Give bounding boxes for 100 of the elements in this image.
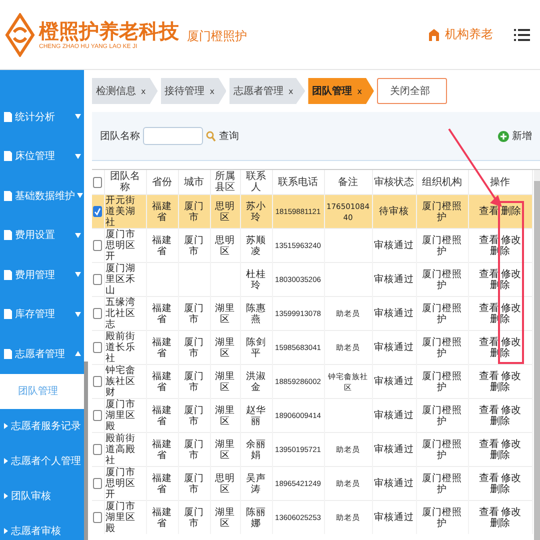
table-cell: 湖里区 [215,302,235,324]
table-cell: 厦门市 [184,472,204,494]
table-cell: 厦门市 [184,438,204,460]
table-cell: 杜桂玲 [246,268,266,290]
table-cell: 厦门橙照护 [422,200,462,222]
table-cell: 福建省 [152,438,172,460]
tab[interactable]: 检测信息 x [92,78,158,104]
action-link[interactable]: 修改 [501,438,521,450]
action-link[interactable]: 删除 [490,484,510,494]
table-cell: 厦门市 [184,370,204,392]
table-cell: 余丽娟 [246,438,266,460]
tab[interactable]: 志愿者管理 x [229,78,306,104]
table-cell: 厦门橙照护 [422,370,462,392]
action-link[interactable]: 查看 [479,472,499,484]
table-cell: 福建省 [152,472,172,494]
brand-name: 橙照护养老科技 [39,18,179,42]
table-cell: 赵华丽 [246,404,266,426]
table-cell: 思明区 [215,200,235,222]
action-link[interactable]: 删除 [490,382,510,392]
table-cell: 思明区 [215,234,235,256]
add-link[interactable]: 新增 [512,129,532,143]
action-link[interactable]: 查看 [479,206,499,217]
table-cell: 审核通过 [374,274,414,285]
action-link[interactable]: 查看 [479,506,499,518]
table-cell: 福建省 [152,370,172,392]
table-cell: 厦门市 [184,200,204,222]
table-cell: 湖里区 [215,404,235,426]
table-cell: 厦门橙照护 [422,472,462,494]
action-link[interactable]: 删除 [490,518,510,528]
table-cell: 福建省 [152,404,172,426]
table-cell: 开元街道美湖社 [106,195,136,228]
action-link[interactable]: 查看 [479,370,499,382]
table-cell: 湖里区 [215,336,235,358]
table-cell: 湖里区 [215,370,235,392]
table-cell: 厦门橙照护 [422,268,462,290]
action-link[interactable]: 修改 [501,404,521,416]
action-link[interactable]: 查看 [479,336,499,348]
table-cell: 福建省 [152,234,172,256]
action-link[interactable]: 删除 [490,416,510,426]
site-name: 厦门橙照护 [187,28,247,45]
tab[interactable]: 接待管理 x [160,78,226,104]
table-cell: 厦门市 [184,302,204,324]
action-link[interactable]: 查看 [479,234,499,246]
table-cell: 殿前街道高殿社 [106,433,136,466]
tab[interactable]: 团队管理 x [308,78,374,104]
table-cell: 陈剑平 [246,336,266,358]
table-cell: 殿前街道长乐社 [106,331,136,364]
search-link[interactable]: 查询 [219,129,239,143]
table-cell: 厦门市湖里区殿 [106,399,136,432]
action-link[interactable]: 修改 [501,234,521,246]
table-cell: 厦门市 [184,336,204,358]
table-cell: 厦门橙照护 [422,438,462,460]
table-cell: 审核通过 [374,410,414,421]
table-cell: 福建省 [152,200,172,222]
table-cell: 厦门市 [184,506,204,528]
table-cell: 厦门橙照护 [422,506,462,528]
table-cell: 审核通过 [374,308,414,319]
action-link[interactable]: 修改 [501,336,521,348]
action-link[interactable]: 修改 [501,268,521,280]
close-button[interactable]: x [357,86,362,96]
action-link[interactable]: 修改 [501,302,521,314]
table-cell: 厦门市 [184,234,204,256]
close-all-tab[interactable]: 关闭全部 [376,78,447,104]
table-cell: 陈惠燕 [246,302,266,324]
close-button[interactable]: x [141,86,146,96]
action-link[interactable]: 查看 [479,438,499,450]
table-cell: 陈丽娜 [246,506,266,528]
table-cell: 福建省 [152,302,172,324]
table-cell: 钟宅畲族社区财 [106,365,136,398]
table-cell: 审核通过 [374,240,414,251]
table-cell: 审核通过 [374,478,414,489]
table-cell: 湖里区 [215,438,235,460]
field-label: 团队名称 [100,130,140,143]
table-cell: 厦门湖里区禾山 [106,263,136,296]
close-button[interactable]: x [210,86,214,96]
table-cell: 审核通过 [374,512,414,523]
action-link[interactable]: 查看 [479,404,499,416]
table-cell: 厦门橙照护 [422,302,462,324]
action-link[interactable]: 删除 [501,206,521,217]
action-link[interactable]: 查看 [479,268,499,280]
action-link[interactable]: 修改 [501,370,521,382]
table-cell: 苏小玲 [246,200,266,222]
action-link[interactable]: 删除 [490,450,510,460]
table-cell: 审核通过 [374,444,414,455]
table-cell: 福建省 [152,506,172,528]
table-cell: 审核通过 [374,342,414,353]
table-cell: 厦门市思明区开 [106,229,136,262]
table-cell: 五缘湾北社区志 [106,297,136,330]
action-link[interactable]: 修改 [501,506,521,518]
action-link[interactable]: 查看 [479,302,499,314]
action-link[interactable]: 修改 [501,472,521,484]
table-cell: 审核通过 [374,376,414,387]
close-button[interactable]: x [288,86,294,96]
table-cell: 厦门市 [184,404,204,426]
table-cell: 厦门市思明区开 [106,467,136,500]
table-cell: 厦门橙照护 [422,336,462,358]
table-cell: 厦门橙照护 [422,404,462,426]
table-cell: 苏顺凌 [246,234,266,256]
table-cell: 厦门橙照护 [422,234,462,256]
table-cell: 思明区 [215,472,235,494]
